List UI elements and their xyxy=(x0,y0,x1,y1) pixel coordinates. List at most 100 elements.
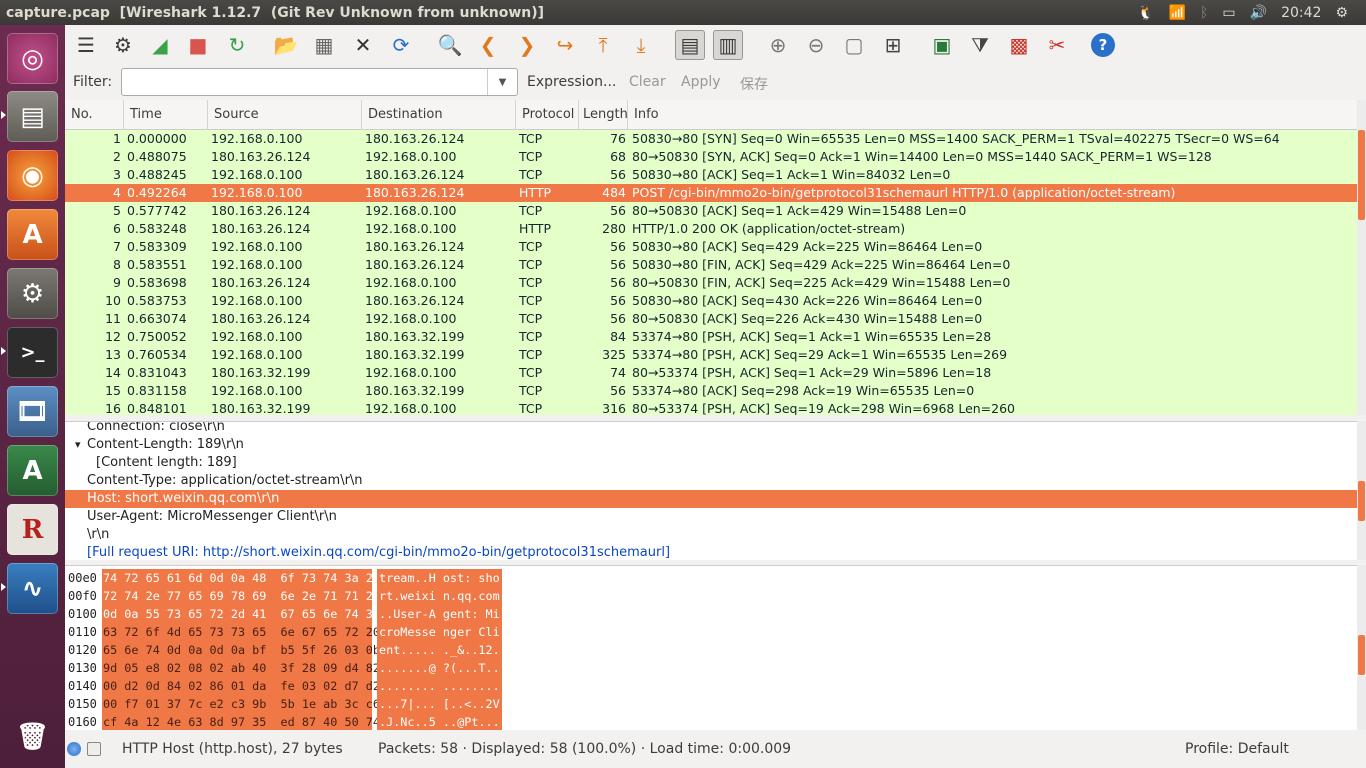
zoom-in-icon[interactable]: ⊕ xyxy=(763,30,793,60)
hex-bytes[interactable]: 00 d2 0d 84 02 86 01 da fe 03 02 d7 d2 a… xyxy=(102,677,444,695)
list-interfaces-icon[interactable]: ☰ xyxy=(71,30,101,60)
packet-row[interactable]: 12 0.750052 192.168.0.100 180.163.32.199 TCP… xyxy=(65,328,1357,346)
column-header-length[interactable]: Length xyxy=(579,100,628,130)
packet-row[interactable]: 10 0.583753 192.168.0.100 180.163.26.124 TCP… xyxy=(65,292,1357,310)
detail-row[interactable]: Connection: close\r\n xyxy=(65,422,1357,436)
packet-bytes[interactable]: 00e0 74 72 65 61 6d 0d 0a 48 6f 73 74 3a … xyxy=(65,565,1357,730)
hex-bytes[interactable]: cf 4a 12 4e 63 8d 97 35 ed 87 40 50 74 8… xyxy=(102,713,444,730)
chevron-down-icon[interactable]: ▼ xyxy=(487,69,517,95)
bluetooth-icon[interactable]: ᛒ xyxy=(1200,5,1208,21)
packet-row[interactable]: 1 0.000000 192.168.0.100 180.163.26.124 TCP 7… xyxy=(65,130,1357,148)
detail-row[interactable]: Content-Type: application/octet-stream\r… xyxy=(65,472,1357,490)
hex-bytes[interactable]: 0d 0a 55 73 65 72 2d 41 67 65 6e 74 3a 2… xyxy=(102,605,444,623)
resize-columns-icon[interactable]: ⊞ xyxy=(878,30,908,60)
packet-row[interactable]: 4 0.492264 192.168.0.100 180.163.26.124 HTTP… xyxy=(65,184,1357,202)
column-header-protocol[interactable]: Protocol xyxy=(516,100,579,130)
detail-row[interactable]: [Full request URI: http://short.weixin.q… xyxy=(65,544,1357,560)
open-file-icon[interactable]: 📂 xyxy=(271,30,301,60)
clear-button[interactable]: Clear xyxy=(629,74,666,90)
coloring-rules-icon[interactable]: ▩ xyxy=(1004,30,1034,60)
stop-capture-icon[interactable]: ■ xyxy=(183,30,213,60)
software-center-icon[interactable]: A xyxy=(7,209,58,260)
help-icon[interactable]: ? xyxy=(1091,33,1115,57)
apply-button[interactable]: Apply xyxy=(681,74,721,90)
packet-row[interactable]: 9 0.583698 180.163.26.124 192.168.0.100 TCP 5… xyxy=(65,274,1357,292)
hex-bytes[interactable]: 9d 05 e8 02 08 02 ab 40 3f 28 09 d4 82 5… xyxy=(102,659,444,677)
normal-size-icon[interactable]: ▢ xyxy=(839,30,869,60)
auto-scroll-icon[interactable]: ▥ xyxy=(713,30,743,60)
reload-icon[interactable]: ⟳ xyxy=(386,30,416,60)
capture-options-icon[interactable]: ⚙ xyxy=(108,30,138,60)
go-forward-icon[interactable]: ❯ xyxy=(512,30,542,60)
hex-ascii[interactable]: ........ ........ xyxy=(377,677,502,695)
trash-icon[interactable]: 🗑 xyxy=(7,711,58,762)
hex-ascii[interactable]: rt.weixi n.qq.com xyxy=(377,587,502,605)
text-editor-icon[interactable]: R xyxy=(7,504,58,555)
packet-row[interactable]: 6 0.583248 180.163.26.124 192.168.0.100 HTTP… xyxy=(65,220,1357,238)
column-header-source[interactable]: Source xyxy=(208,100,362,130)
column-header-info[interactable]: Info xyxy=(628,100,1357,130)
packet-bytes-scrollbar[interactable] xyxy=(1357,565,1366,730)
capture-comment-icon[interactable] xyxy=(87,742,101,756)
packet-row[interactable]: 8 0.583551 192.168.0.100 180.163.26.124 TCP 5… xyxy=(65,256,1357,274)
packet-row[interactable]: 15 0.831158 192.168.0.100 180.163.32.199 TCP… xyxy=(65,382,1357,400)
restart-capture-icon[interactable]: ↻ xyxy=(222,30,252,60)
terminal-icon[interactable]: >_ xyxy=(7,327,58,378)
go-first-icon[interactable]: ⤒ xyxy=(588,30,618,60)
clock[interactable]: 20:42 xyxy=(1281,5,1321,21)
linux-icon[interactable]: 🐧 xyxy=(1137,5,1154,21)
packet-row[interactable]: 3 0.488245 192.168.0.100 180.163.26.124 TCP 5… xyxy=(65,166,1357,184)
expert-info-icon[interactable] xyxy=(67,742,81,756)
hex-ascii[interactable]: .......@ ?(...T.. xyxy=(377,659,502,677)
find-packet-icon[interactable]: 🔍 xyxy=(435,30,465,60)
detail-row[interactable]: User-Agent: MicroMessenger Client\r\n xyxy=(65,508,1357,526)
packet-list[interactable]: No. Time Source Destination Protocol Len… xyxy=(65,100,1357,415)
file-manager-icon[interactable]: ▤ xyxy=(7,91,58,142)
hex-ascii[interactable]: ...7|... [..<..2V xyxy=(377,695,502,713)
zoom-out-icon[interactable]: ⊖ xyxy=(801,30,831,60)
packet-row[interactable]: 7 0.583309 192.168.0.100 180.163.26.124 TCP 5… xyxy=(65,238,1357,256)
detail-row[interactable]: Host: short.weixin.qq.com\r\n xyxy=(65,490,1357,508)
detail-row[interactable]: ▾ Content-Length: 189\r\n xyxy=(65,436,1357,454)
go-back-icon[interactable]: ❮ xyxy=(473,30,503,60)
hex-ascii[interactable]: croMesse nger Cli xyxy=(377,623,502,641)
capture-filters-icon[interactable]: ▣ xyxy=(927,30,957,60)
ubuntu-dash-icon[interactable]: ◎ xyxy=(7,33,58,84)
packet-list-scrollbar[interactable] xyxy=(1357,100,1366,415)
expression-button[interactable]: Expression... xyxy=(527,74,616,90)
packet-row[interactable]: 14 0.831043 180.163.32.199 192.168.0.100 TCP… xyxy=(65,364,1357,382)
status-profile[interactable]: Profile: Default xyxy=(1185,741,1289,757)
gear-icon[interactable]: ⚙ xyxy=(1335,5,1348,21)
preferences-icon[interactable]: ✂ xyxy=(1042,30,1072,60)
packet-row[interactable]: 2 0.488075 180.163.26.124 192.168.0.100 TCP 6… xyxy=(65,148,1357,166)
expand-arrow-icon[interactable]: ▾ xyxy=(75,436,81,454)
save-file-icon[interactable]: ▦ xyxy=(309,30,339,60)
column-header-destination[interactable]: Destination xyxy=(362,100,516,130)
filter-input[interactable] xyxy=(121,68,518,96)
hex-bytes[interactable]: 63 72 6f 4d 65 73 73 65 6e 67 65 72 20 4… xyxy=(102,623,444,641)
save-filter-button[interactable]: 保存 xyxy=(740,74,768,94)
hex-ascii[interactable]: tream..H ost: sho xyxy=(377,569,502,587)
start-capture-icon[interactable]: ◢ xyxy=(145,30,175,60)
hex-ascii[interactable]: .J.Nc..5 ..@Pt... xyxy=(377,713,502,730)
video-editor-icon[interactable]: 🎞 xyxy=(7,386,58,437)
packet-details[interactable]: Connection: close\r\n ▾ Content-Length: 18… xyxy=(65,421,1357,560)
hex-ascii[interactable]: ent..... ._&..12. xyxy=(377,641,502,659)
volume-icon[interactable]: 🔊 xyxy=(1250,5,1267,21)
column-header-no[interactable]: No. xyxy=(65,100,124,130)
hex-bytes[interactable]: 74 72 65 61 6d 0d 0a 48 6f 73 74 3a 20 7… xyxy=(102,569,444,587)
packet-row[interactable]: 16 0.848101 180.163.32.199 192.168.0.100 TCP… xyxy=(65,400,1357,415)
packet-details-scrollbar[interactable] xyxy=(1357,421,1366,560)
battery-icon[interactable]: ▭ xyxy=(1222,5,1235,21)
wifi-icon[interactable]: 📶 xyxy=(1169,5,1186,21)
hex-bytes[interactable]: 00 f7 01 37 7c e2 c3 9b 5b 1e ab 3c c6 f… xyxy=(102,695,444,713)
colorize-icon[interactable]: ▤ xyxy=(675,30,705,60)
hex-bytes[interactable]: 72 74 2e 77 65 69 78 69 6e 2e 71 71 2e 6… xyxy=(102,587,444,605)
wireshark-icon[interactable]: ∿ xyxy=(7,563,58,614)
go-to-packet-icon[interactable]: ↪ xyxy=(550,30,580,60)
system-settings-icon[interactable]: ⚙ xyxy=(7,268,58,319)
hex-bytes[interactable]: 65 6e 74 0d 0a 0d 0a bf b5 5f 26 03 0b 3… xyxy=(102,641,444,659)
hex-ascii[interactable]: ..User-A gent: Mi xyxy=(377,605,502,623)
go-last-icon[interactable]: ⤓ xyxy=(626,30,656,60)
software-updater-icon[interactable]: A xyxy=(7,445,58,496)
